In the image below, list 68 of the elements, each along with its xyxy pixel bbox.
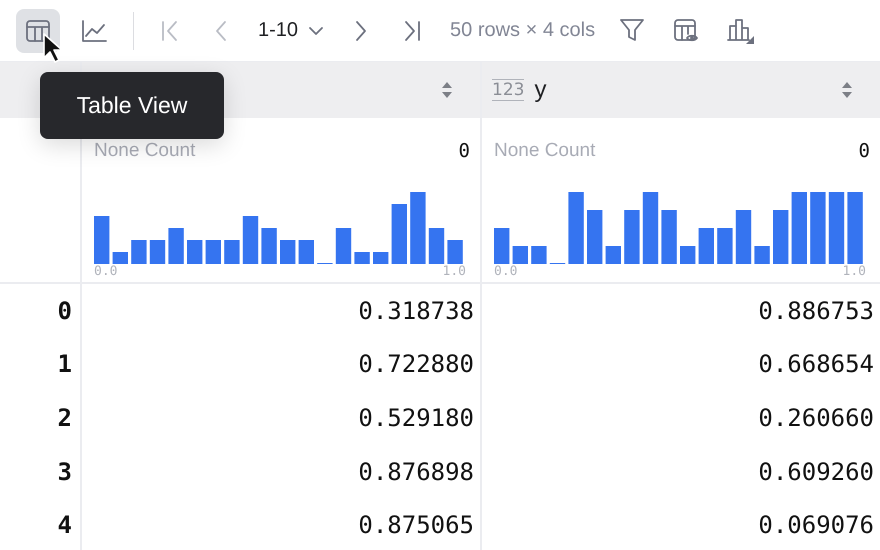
- row-index: 0: [58, 296, 72, 325]
- table-size-label: 50 rows × 4 cols: [450, 19, 596, 42]
- none-count-label: None Count: [94, 140, 196, 162]
- histogram-bar: [624, 210, 640, 264]
- table-cell: 0.529180: [358, 404, 474, 432]
- histogram-bar: [773, 210, 788, 264]
- histogram-bar: [428, 228, 444, 264]
- histogram-bar: [717, 228, 733, 264]
- row-index: 2: [58, 404, 72, 432]
- histogram-bar: [242, 216, 258, 264]
- histogram-bar: [810, 192, 826, 264]
- histogram-bar: [531, 246, 547, 264]
- histogram-bar: [698, 228, 714, 264]
- histogram-bar: [587, 210, 602, 264]
- histogram-bar: [206, 240, 221, 264]
- histogram-bar: [131, 240, 147, 264]
- histogram-bar: [298, 240, 314, 264]
- column-header[interactable]: y: [534, 76, 546, 104]
- histogram-bar: [354, 252, 370, 264]
- histogram-bar: [280, 240, 296, 264]
- row-index: 4: [58, 511, 72, 540]
- axis-label: 1.0: [842, 264, 866, 279]
- none-count-value: 0: [858, 140, 870, 162]
- histogram-bar: [410, 192, 426, 264]
- histogram-bar: [494, 228, 510, 264]
- histogram-bar: [187, 240, 202, 264]
- axis-label: 1.0: [442, 264, 466, 279]
- histogram-bar: [336, 228, 352, 264]
- histogram-bar: [661, 210, 677, 264]
- none-count-label: None Count: [494, 140, 596, 162]
- histogram-bar: [606, 246, 621, 264]
- table-cell: 0.318738: [358, 296, 474, 325]
- sort-icon[interactable]: [440, 80, 454, 100]
- table-cell: 0.668654: [758, 350, 874, 378]
- histogram-bar: [373, 252, 388, 264]
- page-range-dropdown[interactable]: 1-10: [258, 19, 326, 42]
- histogram-bar: [112, 252, 128, 264]
- histogram-bar: [168, 228, 184, 264]
- histogram-bar: [224, 240, 240, 264]
- histogram-bar: [568, 192, 584, 264]
- table-cell: 0.875065: [358, 511, 474, 540]
- histogram-bar: [847, 192, 863, 264]
- none-count-value: 0: [458, 140, 470, 162]
- histogram-bar: [754, 246, 770, 264]
- histogram-bar: [512, 246, 528, 264]
- histogram-bar: [680, 246, 696, 264]
- histogram-bar: [828, 192, 844, 264]
- table-cell: 0.722880: [358, 350, 474, 378]
- table-cell: 0.609260: [758, 458, 874, 486]
- row-index: 1: [58, 350, 72, 378]
- column-type-label: 123: [492, 79, 524, 101]
- row-index: 3: [58, 458, 72, 486]
- table-cell: 0.260660: [758, 404, 874, 432]
- histogram-bar: [94, 216, 110, 264]
- axis-label: 0.0: [494, 264, 518, 279]
- histogram-bar: [642, 192, 658, 264]
- histogram-bar: [392, 204, 407, 264]
- histogram-bar: [447, 240, 463, 264]
- table-cell: 0.876898: [358, 458, 474, 486]
- histogram-bar: [261, 228, 277, 264]
- axis-label: 0.0: [94, 264, 118, 279]
- histogram-bar: [150, 240, 166, 264]
- histogram-bar: [792, 192, 807, 264]
- tooltip: Table View: [40, 72, 224, 139]
- table-cell: 0.886753: [758, 296, 874, 325]
- sort-icon[interactable]: [840, 80, 854, 100]
- table-cell: 0.069076: [758, 511, 874, 540]
- histogram-bar: [736, 210, 752, 264]
